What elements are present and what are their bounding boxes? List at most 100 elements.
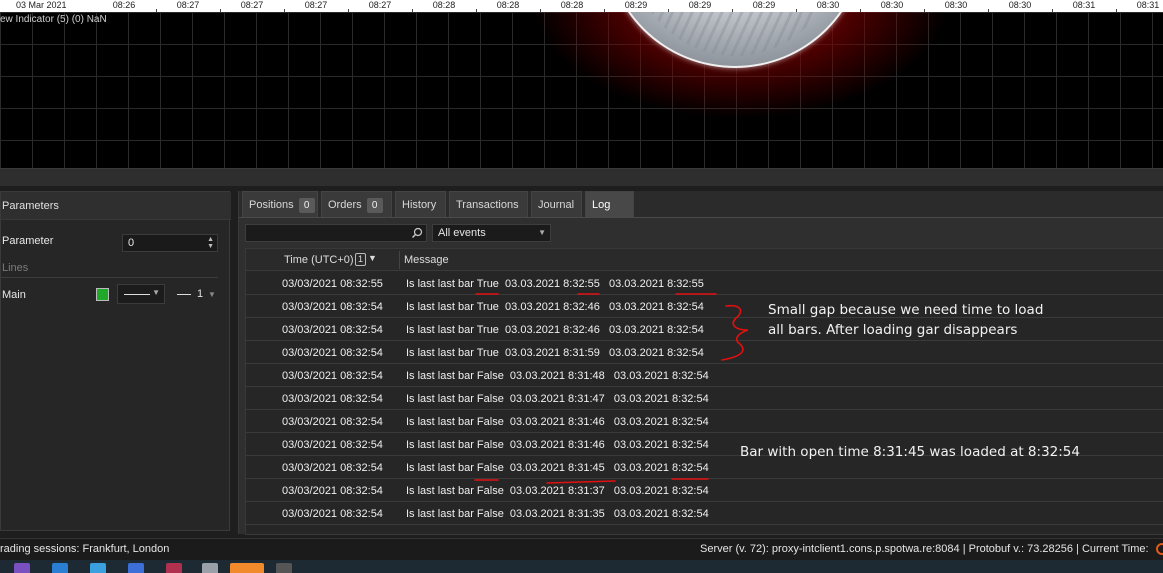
indicator-label: ew Indicator (5) (0) NaN <box>0 14 107 25</box>
time-axis-tick: 08:28 <box>496 0 520 10</box>
clock-icon[interactable] <box>1156 543 1163 555</box>
log-row[interactable]: 03/03/2021 08:32:54 Is last last bar Fals… <box>246 502 1163 525</box>
trade-panel: Positions 0 Orders 0 History Transactions Jour… <box>238 191 1163 535</box>
time-axis-tickmark <box>412 9 413 12</box>
log-row-message: Is last last bar True 03.03.2021 8:32:46… <box>406 301 704 313</box>
time-axis-tickmark <box>604 9 605 12</box>
log-row-time: 03/03/2021 08:32:54 <box>282 416 383 428</box>
search-input[interactable] <box>245 224 427 242</box>
line-style-select[interactable]: ▼ <box>117 284 165 304</box>
parameters-title: Parameters <box>1 192 231 220</box>
app2-icon[interactable] <box>166 563 182 573</box>
lines-section-label: Lines <box>2 262 29 274</box>
line-width-select[interactable]: 1 ▼ <box>175 287 219 303</box>
main-color-swatch[interactable] <box>96 288 109 301</box>
tab-journal[interactable]: Journal <box>531 191 582 217</box>
time-axis-tick: 08:30 <box>1008 0 1032 10</box>
log-row-time: 03/03/2021 08:32:54 <box>282 462 383 474</box>
line-width-preview <box>177 294 191 295</box>
vscode-icon[interactable] <box>52 563 68 573</box>
log-row[interactable]: 03/03/2021 08:32:54 Is last last bar Fals… <box>246 410 1163 433</box>
spinner-icon[interactable]: ▲ ▼ <box>207 236 214 250</box>
tab-count-badge: 0 <box>298 197 315 213</box>
log-row-message: Is last last bar False 03.03.2021 8:31:4… <box>406 439 709 451</box>
time-axis-tick: 08:30 <box>944 0 968 10</box>
log-row-time: 03/03/2021 08:32:54 <box>282 508 383 520</box>
time-axis-tick: 08:29 <box>624 0 648 10</box>
time-axis-tick: 08:31 <box>1136 0 1160 10</box>
sort-order-badge: 1 <box>355 253 366 266</box>
log-row-time: 03/03/2021 08:32:54 <box>282 370 383 382</box>
log-row[interactable]: 03/03/2021 08:32:54 Is last last bar True… <box>246 341 1163 364</box>
time-axis-tick: 08:27 <box>368 0 392 10</box>
time-axis-tickmark <box>156 9 157 12</box>
time-axis-tickmark <box>924 9 925 12</box>
tab-bar: Positions 0 Orders 0 History Transactions Jour… <box>239 191 1163 217</box>
log-row-time: 03/03/2021 08:32:54 <box>282 485 383 497</box>
server-info: Server (v. 72): proxy-intclient1.cons.p.… <box>700 543 1149 555</box>
trading-sessions: rading sessions: Frankfurt, London <box>0 543 170 555</box>
main-line-label: Main <box>2 289 26 301</box>
time-axis-tick: 08:29 <box>752 0 776 10</box>
tab-count-badge: 0 <box>366 197 383 213</box>
log-row-time: 03/03/2021 08:32:54 <box>282 347 383 359</box>
log-row-message: Is last last bar False 03.03.2021 8:31:4… <box>406 462 709 474</box>
log-row[interactable]: 03/03/2021 08:32:54 Is last last bar Fals… <box>246 364 1163 387</box>
time-axis-tick: 08:27 <box>240 0 264 10</box>
time-axis-tick: 08:28 <box>432 0 456 10</box>
log-row-message: Is last last bar True 03.03.2021 8:32:55… <box>406 278 704 290</box>
time-axis-tickmark <box>796 9 797 12</box>
status-bar: rading sessions: Frankfurt, London Serve… <box>0 538 1163 560</box>
log-row[interactable]: 03/03/2021 08:32:55 Is last last bar True… <box>246 272 1163 295</box>
log-row-time: 03/03/2021 08:32:54 <box>282 393 383 405</box>
tab-label: History <box>402 199 437 211</box>
line-width-value: 1 <box>197 288 204 300</box>
event-filter-select[interactable]: All events ▼ <box>432 224 551 242</box>
panel-splitter[interactable] <box>0 168 1163 186</box>
column-header-message[interactable]: Message <box>404 254 449 266</box>
log-table: Time (UTC+0) 1 ▼ Message 03/03/2021 08:3… <box>245 248 1163 535</box>
chevron-down-icon: ▼ <box>208 290 216 299</box>
time-axis: 03 Mar 2021 08:26 08:27 08:27 08:27 08:27 08:… <box>0 0 1163 12</box>
log-row-message: Is last last bar False 03.03.2021 8:31:3… <box>406 508 709 520</box>
time-axis-tickmark <box>860 9 861 12</box>
search-taskbar-icon[interactable] <box>276 563 292 573</box>
tab-positions[interactable]: Positions 0 <box>242 191 318 217</box>
column-divider[interactable] <box>399 251 400 269</box>
browser-icon[interactable] <box>90 563 106 573</box>
tab-orders[interactable]: Orders 0 <box>321 191 392 217</box>
time-axis-tickmark <box>732 9 733 12</box>
log-row-time: 03/03/2021 08:32:55 <box>282 278 383 290</box>
log-table-header: Time (UTC+0) 1 ▼ Message <box>246 249 1163 271</box>
log-row[interactable]: 03/03/2021 08:32:54 Is last last bar Fals… <box>246 387 1163 410</box>
log-row-message: Is last last bar False 03.03.2021 8:31:4… <box>406 393 709 405</box>
column-header-time[interactable]: Time (UTC+0) <box>284 254 354 266</box>
parameters-body: Parameter 0 ▲ ▼ Lines Main ▼ 1 ▼ <box>1 220 229 530</box>
log-row[interactable]: 03/03/2021 08:32:54 Is last last bar True… <box>246 318 1163 341</box>
annotation-gap-line2: all bars. After loading gar disappears <box>768 322 1018 338</box>
ctrader-icon[interactable] <box>230 563 264 573</box>
time-axis-tick: 08:30 <box>880 0 904 10</box>
time-axis-tickmark <box>1052 9 1053 12</box>
log-row-message: Is last last bar False 03.03.2021 8:31:4… <box>406 416 709 428</box>
tab-log[interactable]: Log <box>585 191 634 217</box>
time-axis-tick: 08:27 <box>176 0 200 10</box>
time-axis-tickmark <box>1116 9 1117 12</box>
time-axis-tick: 08:27 <box>304 0 328 10</box>
time-axis-tickmark <box>348 9 349 12</box>
time-axis-tickmark <box>220 9 221 12</box>
lines-divider <box>1 277 218 278</box>
app-icon[interactable] <box>128 563 144 573</box>
visual-studio-icon[interactable] <box>14 563 30 573</box>
log-body: All events ▼ Time (UTC+0) 1 ▼ Message 03… <box>239 217 1163 535</box>
sort-desc-icon[interactable]: ▼ <box>368 253 377 263</box>
chart-area[interactable]: 03 Mar 2021 08:26 08:27 08:27 08:27 08:27 08:… <box>0 0 1163 168</box>
parameter-input[interactable]: 0 ▲ ▼ <box>122 234 218 252</box>
event-filter-value: All events <box>438 227 486 239</box>
tab-transactions[interactable]: Transactions <box>449 191 528 217</box>
app3-icon[interactable] <box>202 563 218 573</box>
parameter-value: 0 <box>128 237 135 249</box>
tab-history[interactable]: History <box>395 191 446 217</box>
log-row[interactable]: 03/03/2021 08:32:54 Is last last bar Fals… <box>246 479 1163 502</box>
search-icon[interactable] <box>411 227 423 239</box>
